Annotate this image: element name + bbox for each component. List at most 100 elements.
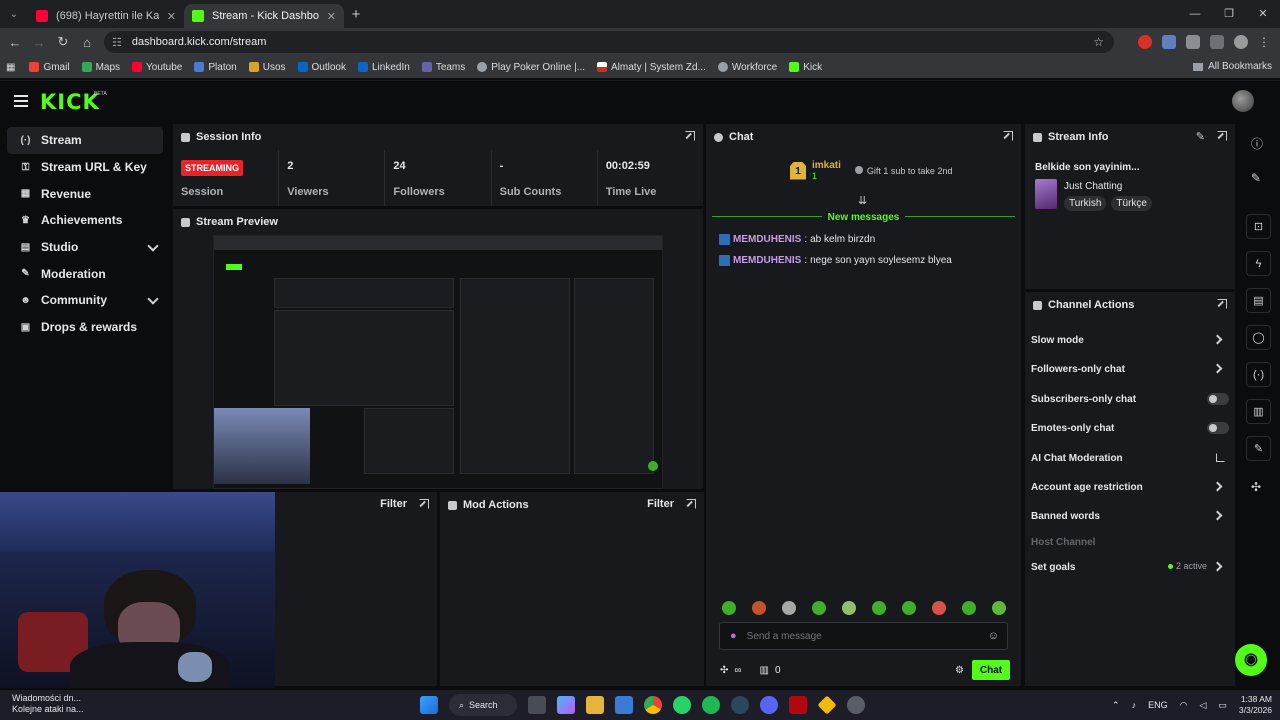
- chat-message[interactable]: MEMDUHENIS: nege son yayn soylesemz blyea: [719, 255, 952, 266]
- new-tab-button[interactable]: +: [344, 6, 368, 23]
- bookmark-teams[interactable]: Teams: [421, 62, 465, 73]
- extension-icon[interactable]: [1162, 35, 1176, 49]
- bookmark-poker[interactable]: Play Poker Online |...: [477, 62, 585, 73]
- bookmark-linkedin[interactable]: LinkedIn: [358, 62, 410, 73]
- profile-icon[interactable]: [1234, 35, 1248, 49]
- chat-username[interactable]: MEMDUHENIS: [733, 234, 801, 245]
- storage-icon[interactable]: ▥: [1246, 399, 1271, 424]
- tab-search-icon[interactable]: ⌄: [0, 0, 28, 28]
- file-explorer-icon[interactable]: [586, 696, 604, 714]
- bookmark-platon[interactable]: Platon: [194, 62, 237, 73]
- new-messages-label[interactable]: New messages: [706, 212, 1021, 223]
- bookmark-star-icon[interactable]: ☆: [1093, 35, 1104, 49]
- chat-input[interactable]: [746, 630, 967, 642]
- task-view-icon[interactable]: [528, 696, 546, 714]
- emote-icon[interactable]: [782, 601, 796, 615]
- news-widget[interactable]: Wiadomości dn... Kolejne ataki na...: [12, 693, 84, 715]
- followers-only-row[interactable]: Followers-only chat: [1031, 360, 1229, 378]
- mic-icon[interactable]: ●: [730, 630, 737, 642]
- emote-icon[interactable]: [812, 601, 826, 615]
- forward-icon[interactable]: →: [27, 35, 51, 50]
- language-indicator[interactable]: ENG: [1148, 700, 1168, 710]
- sub-leaderboard[interactable]: 1 imkati 1 Gift 1 sub to take 2nd: [790, 160, 952, 181]
- edit-icon[interactable]: ✎: [1196, 130, 1205, 143]
- bookmark-workforce[interactable]: Workforce: [717, 62, 777, 73]
- copilot-icon[interactable]: [557, 696, 575, 714]
- settings-icon[interactable]: ⚙: [955, 665, 964, 676]
- sidebar-item-stream[interactable]: (·) Stream: [7, 127, 163, 154]
- binance-icon[interactable]: [817, 695, 837, 715]
- banned-words-row[interactable]: Banned words: [1031, 507, 1229, 525]
- send-chat-button[interactable]: Chat: [972, 660, 1010, 680]
- back-icon[interactable]: ←: [3, 35, 27, 50]
- emoji-icon[interactable]: ☺: [988, 630, 999, 642]
- all-bookmarks-button[interactable]: All Bookmarks: [1193, 56, 1272, 78]
- wrench-icon[interactable]: ✎: [1246, 436, 1271, 461]
- emote-icon[interactable]: [752, 601, 766, 615]
- emote-icon[interactable]: [962, 601, 976, 615]
- gift-prompt[interactable]: Gift 1 sub to take 2nd: [854, 165, 952, 176]
- menu-dots-icon[interactable]: ⋮: [1258, 35, 1270, 49]
- sidebar-item-achievements[interactable]: ♛ Achievements: [7, 207, 163, 234]
- bookmark-maps[interactable]: Maps: [81, 62, 120, 73]
- windows-start-icon[interactable]: [420, 696, 438, 714]
- focus-icon[interactable]: ⊡: [1246, 214, 1271, 239]
- avatar[interactable]: [1232, 90, 1254, 112]
- emote-icon[interactable]: [872, 601, 886, 615]
- slow-mode-row[interactable]: Slow mode: [1031, 331, 1229, 349]
- close-tab-icon[interactable]: ✕: [327, 10, 336, 23]
- reload-icon[interactable]: ↻: [51, 34, 75, 50]
- home-icon[interactable]: ⌂: [75, 35, 99, 50]
- minimize-icon[interactable]: —: [1178, 0, 1212, 28]
- popout-icon[interactable]: [685, 131, 695, 141]
- emote-icon[interactable]: [842, 601, 856, 615]
- sidebar-item-stream-url-key[interactable]: ⚿ Stream URL & Key: [7, 154, 163, 181]
- sidebar-item-moderation[interactable]: ✎ Moderation: [7, 260, 163, 287]
- whatsapp-icon[interactable]: [673, 696, 691, 714]
- maximize-icon[interactable]: ❐: [1212, 0, 1246, 28]
- community-icon[interactable]: ✣: [1251, 480, 1261, 494]
- kick-logo[interactable]: KICK: [40, 90, 100, 114]
- battery-icon[interactable]: ▭: [1218, 700, 1227, 711]
- broadcast-icon[interactable]: (·): [1246, 362, 1271, 387]
- discord-icon[interactable]: [760, 696, 778, 714]
- emote-icon[interactable]: [992, 601, 1006, 615]
- bookmark-almaty[interactable]: Almaty | System Zd...: [597, 62, 706, 73]
- obs-icon[interactable]: [847, 696, 865, 714]
- tray-chevron-icon[interactable]: ⌃: [1112, 700, 1120, 711]
- sidebar-item-studio[interactable]: ▤ Studio: [7, 234, 163, 261]
- menu-icon[interactable]: [14, 95, 28, 110]
- pinned-toggle-icon[interactable]: ⇊: [858, 194, 867, 207]
- popout-icon[interactable]: [419, 499, 429, 509]
- popout-icon[interactable]: [1003, 131, 1013, 141]
- stream-preview-video[interactable]: [213, 235, 663, 489]
- puzzle-icon[interactable]: [1186, 35, 1200, 49]
- emote-icon[interactable]: [902, 601, 916, 615]
- lightning-icon[interactable]: ϟ: [1246, 251, 1271, 276]
- popout-icon[interactable]: [1217, 299, 1227, 309]
- filter-button[interactable]: Filter: [380, 498, 407, 510]
- wifi-icon[interactable]: ◠: [1180, 700, 1188, 711]
- goal-icon[interactable]: ✣: [720, 665, 728, 676]
- chat-username[interactable]: MEMDUHENIS: [733, 255, 801, 266]
- sidebar-item-revenue[interactable]: ▦ Revenue: [7, 180, 163, 207]
- emote-icon[interactable]: [722, 601, 736, 615]
- emotes-only-toggle[interactable]: [1207, 422, 1229, 434]
- clock[interactable]: 1:38 AM 3/3/2026: [1239, 694, 1272, 716]
- chat-input-box[interactable]: ● ☺: [719, 622, 1008, 650]
- chat-bubble-icon[interactable]: ◯: [1246, 325, 1271, 350]
- spotify-icon[interactable]: [702, 696, 720, 714]
- subscribers-only-toggle[interactable]: [1207, 393, 1229, 405]
- popout-icon[interactable]: [686, 499, 696, 509]
- info-icon[interactable]: ⓘ: [1251, 135, 1263, 152]
- apps-icon[interactable]: ▦: [6, 62, 15, 73]
- tab-youtube[interactable]: (698) Hayrettin ile Kaos Show - ✕: [28, 4, 184, 28]
- taskbar-search[interactable]: ⌕ Search: [449, 694, 517, 716]
- extension-icon[interactable]: [1138, 35, 1152, 49]
- bookmark-outlook[interactable]: Outlook: [297, 62, 346, 73]
- site-info-icon[interactable]: ☷: [112, 36, 122, 49]
- bookmark-gmail[interactable]: Gmail: [29, 62, 70, 73]
- clipboard-icon[interactable]: ▤: [1246, 288, 1271, 313]
- close-tab-icon[interactable]: ✕: [167, 10, 176, 23]
- store-icon[interactable]: [615, 696, 633, 714]
